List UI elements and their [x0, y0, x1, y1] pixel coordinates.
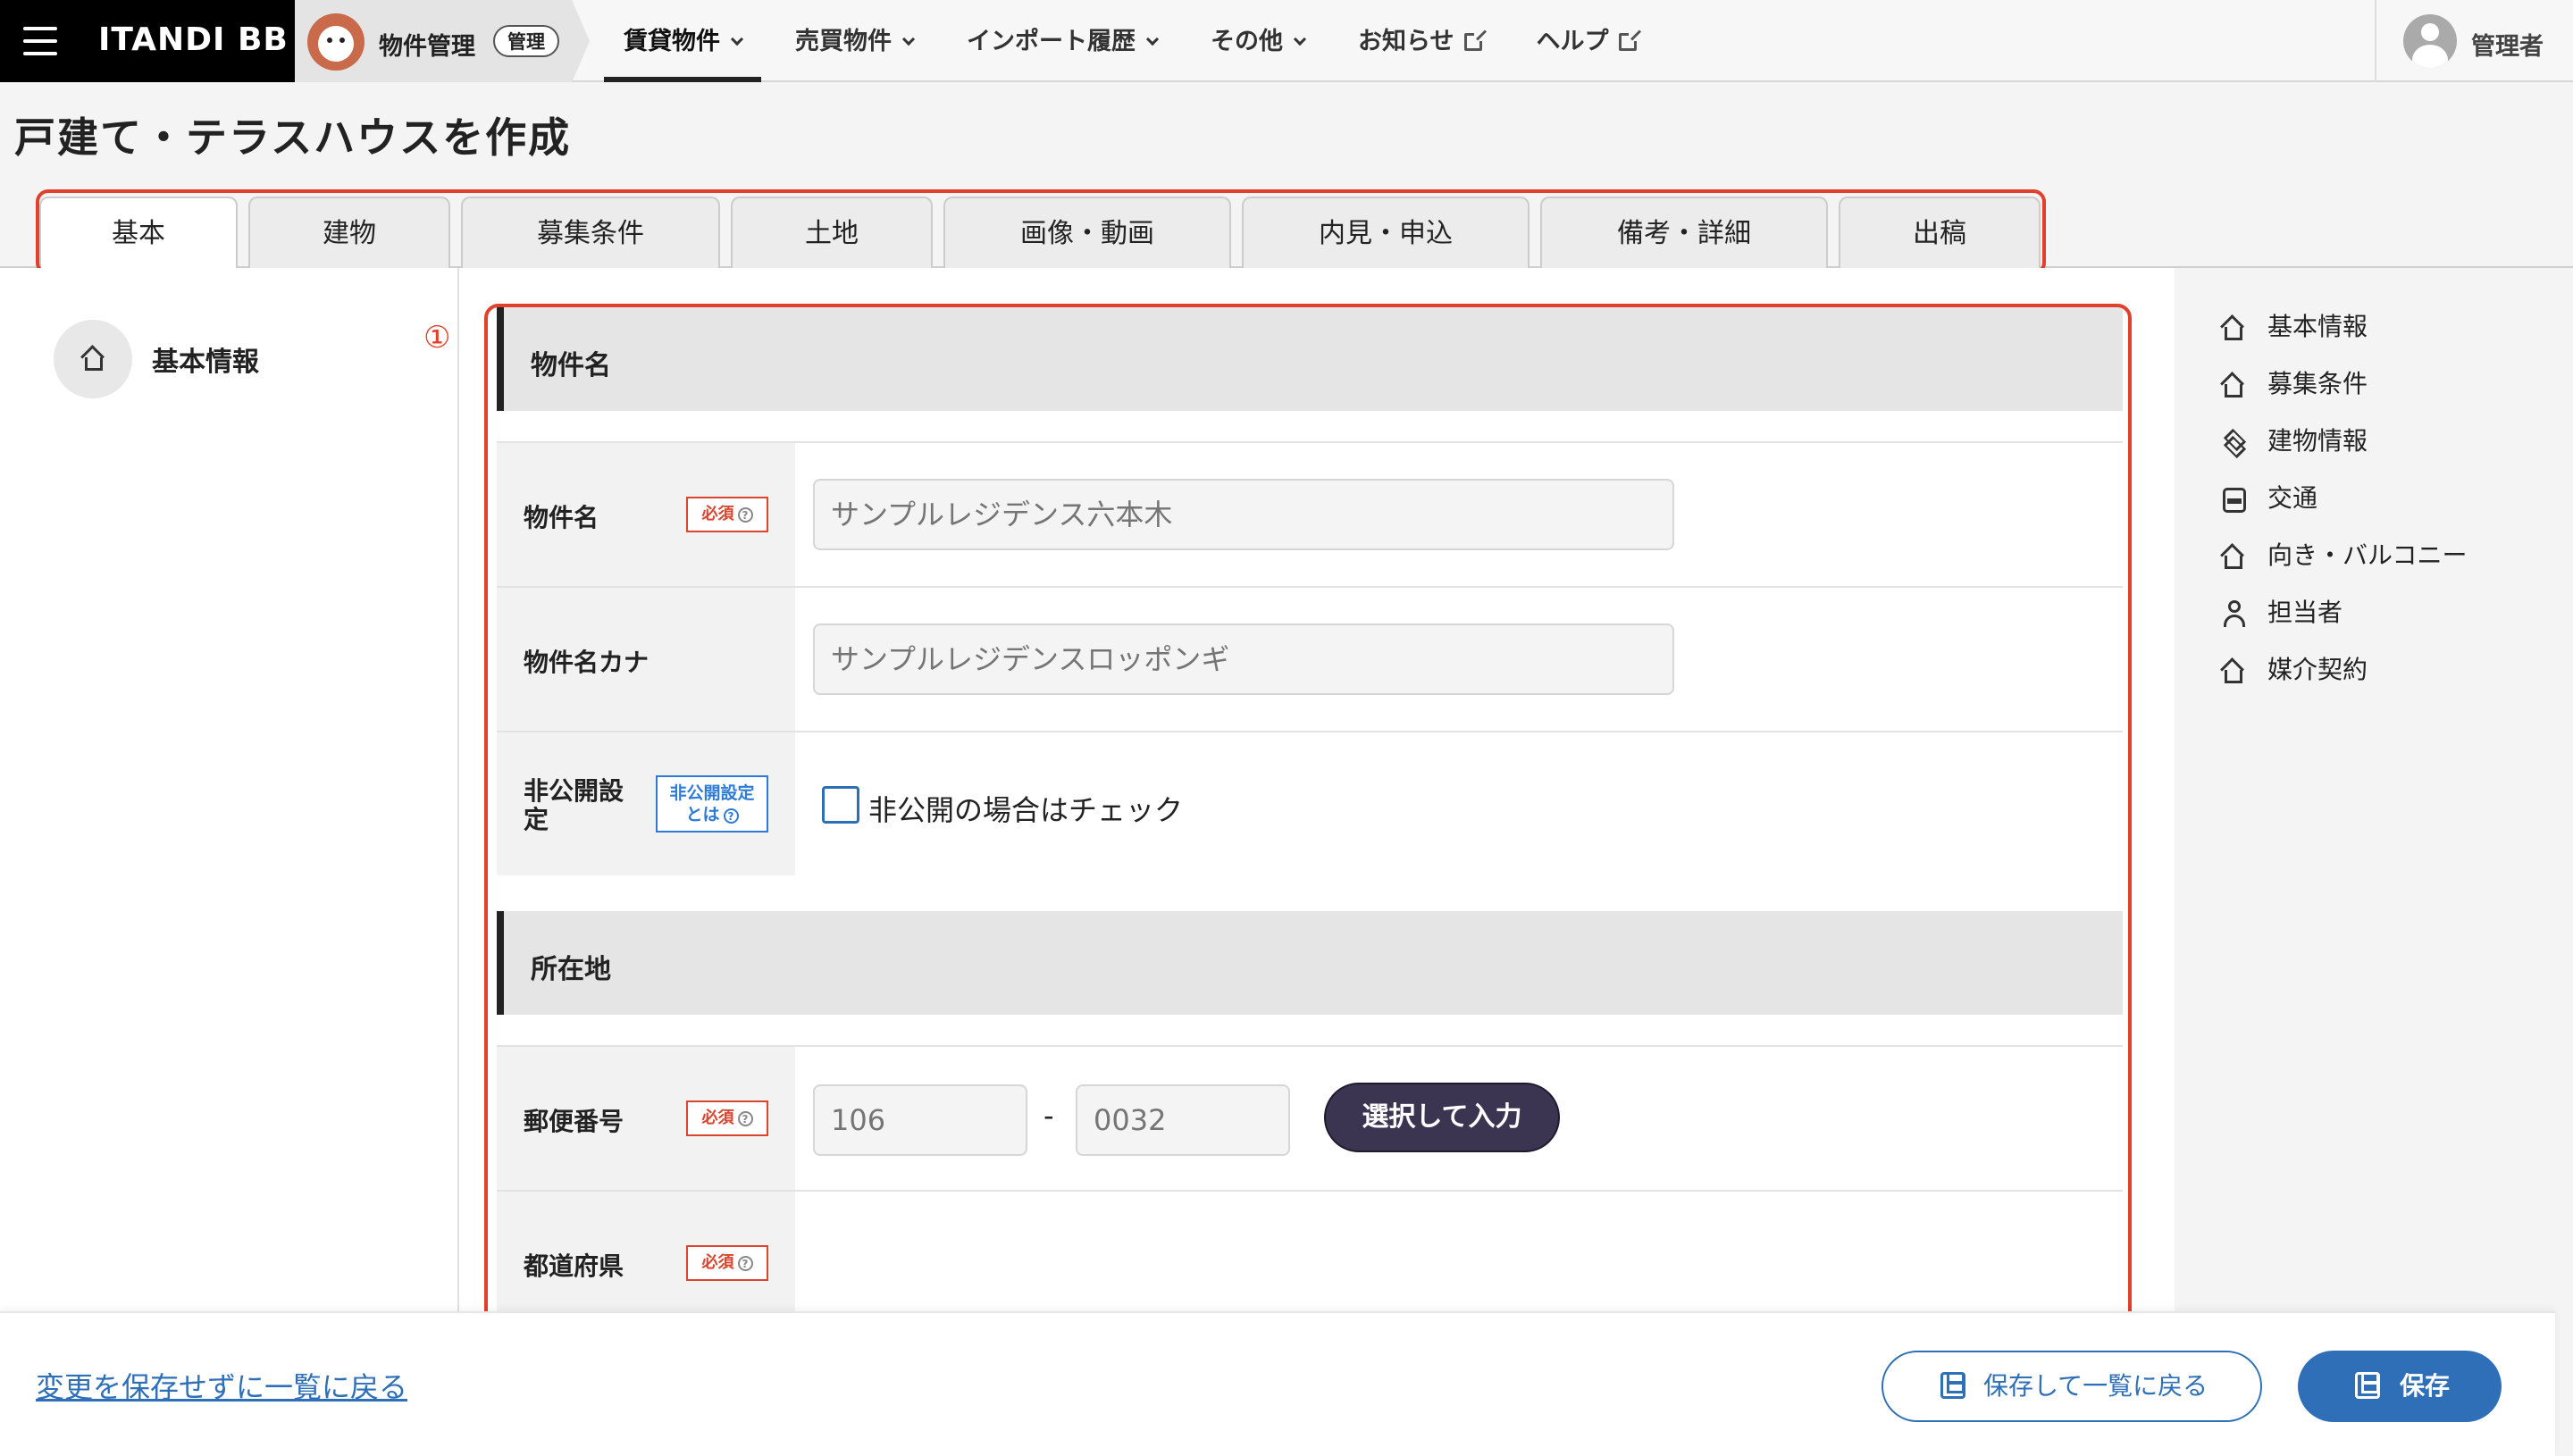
- admin-badge: 管理: [493, 25, 559, 57]
- save-and-back-button[interactable]: 保存して一覧に戻る: [1882, 1351, 2262, 1422]
- right-nav-contact[interactable]: 担当者: [2221, 591, 2467, 649]
- bear-mascot-icon: [307, 13, 365, 71]
- product-switcher[interactable]: 物件管理 管理: [295, 0, 590, 82]
- left-nav-label: 基本情報: [152, 347, 259, 378]
- right-nav-building-info[interactable]: 建物情報: [2221, 420, 2467, 477]
- main-nav: 賃貸物件 売買物件 インポート履歴 その他 お知らせ ヘルプ: [604, 0, 1671, 82]
- brand-logo[interactable]: ITANDI BB: [98, 21, 289, 58]
- user-name: 管理者: [2471, 33, 2544, 61]
- chevron-down-icon: [730, 32, 744, 46]
- annotation-highlight-tabs: [36, 189, 2046, 275]
- home-icon: [2221, 659, 2244, 683]
- layers-icon: [2223, 431, 2244, 452]
- nav-help[interactable]: ヘルプ: [1516, 0, 1656, 82]
- right-nav-transport[interactable]: 交通: [2221, 477, 2467, 534]
- right-nav-basic-info[interactable]: 基本情報: [2221, 305, 2467, 363]
- footer-bar: 変更を保存せずに一覧に戻る 保存して一覧に戻る 保存: [0, 1311, 2555, 1456]
- right-nav-recruitment[interactable]: 募集条件: [2221, 363, 2467, 420]
- right-section-nav: 基本情報 募集条件 建物情報 交通 向き・バルコニー 担当者 媒介契約: [2221, 305, 2467, 706]
- button-label: 保存して一覧に戻る: [1983, 1371, 2208, 1401]
- save-icon: [1940, 1372, 1965, 1399]
- annotation-highlight-form: [484, 304, 2132, 1335]
- hamburger-menu-icon[interactable]: [23, 27, 57, 55]
- top-navigation-bar: ITANDI BB 物件管理 管理 賃貸物件 売買物件 インポート履歴 その他 …: [0, 0, 2573, 82]
- right-nav-brokerage[interactable]: 媒介契約: [2221, 649, 2467, 706]
- nav-other[interactable]: その他: [1191, 0, 1324, 82]
- user-menu[interactable]: 管理者: [2375, 0, 2573, 82]
- left-nav-basic-info[interactable]: 基本情報: [54, 320, 259, 398]
- home-icon: [2221, 316, 2244, 340]
- home-icon: [2221, 373, 2244, 397]
- train-icon: [2223, 488, 2246, 513]
- chevron-down-icon: [901, 32, 916, 46]
- nav-sale[interactable]: 売買物件: [775, 0, 933, 82]
- button-label: 保存: [2400, 1371, 2451, 1401]
- save-icon: [2355, 1372, 2380, 1399]
- page-title: 戸建て・テラスハウスを作成: [14, 113, 572, 162]
- person-icon: [2223, 600, 2246, 627]
- back-without-saving-link[interactable]: 変更を保存せずに一覧に戻る: [36, 1365, 407, 1406]
- avatar: [2403, 14, 2457, 68]
- right-nav-orientation[interactable]: 向き・バルコニー: [2221, 534, 2467, 591]
- nav-rental[interactable]: 賃貸物件: [604, 0, 761, 82]
- product-name: 物件管理: [379, 33, 475, 61]
- nav-import-history[interactable]: インポート履歴: [947, 0, 1177, 82]
- chevron-down-icon: [1145, 32, 1160, 46]
- nav-news[interactable]: お知らせ: [1338, 0, 1502, 82]
- chevron-down-icon: [1293, 32, 1307, 46]
- home-icon: [81, 347, 105, 371]
- home-icon: [2221, 545, 2244, 569]
- external-link-icon: [1464, 30, 1486, 51]
- save-button[interactable]: 保存: [2298, 1351, 2502, 1422]
- brand-block: ITANDI BB: [0, 0, 295, 82]
- external-link-icon: [1619, 30, 1640, 51]
- annotation-number-one: ①: [423, 320, 451, 356]
- left-section-nav: 基本情報: [0, 268, 459, 1313]
- left-icon-wrap: [54, 320, 132, 398]
